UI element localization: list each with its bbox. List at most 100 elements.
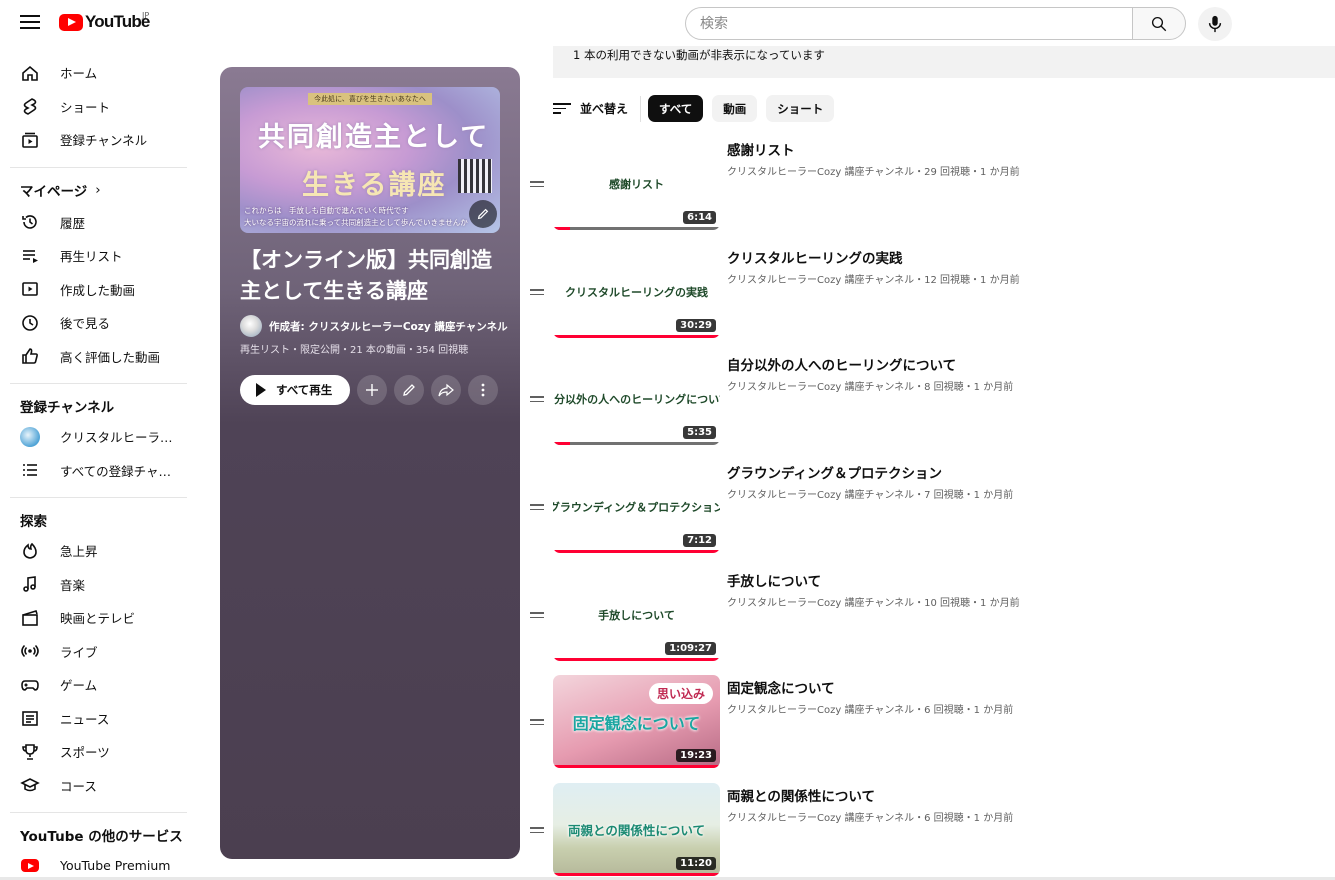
thumb-title-line1: 共同創造主として bbox=[258, 122, 490, 153]
video-thumbnail[interactable]: 自分以外の人へのヒーリングについて5:35 bbox=[553, 352, 720, 445]
thumb-title-line2: 生きる講座 bbox=[302, 170, 447, 201]
filter-chip[interactable]: すべて bbox=[648, 95, 704, 122]
video-thumbnail[interactable]: 思い込み 固定観念について 19:23 bbox=[553, 675, 720, 768]
sidebar-item-trending[interactable]: 急上昇 bbox=[0, 534, 200, 568]
video-thumbnail[interactable]: 両親との関係性について 11:20 bbox=[553, 783, 720, 876]
video-title[interactable]: 両親との関係性について bbox=[727, 785, 875, 805]
liked-icon bbox=[20, 346, 40, 366]
drag-handle-icon[interactable] bbox=[530, 612, 544, 620]
edit-thumbnail-button[interactable] bbox=[469, 200, 497, 228]
sidebar-item-news[interactable]: ニュース bbox=[0, 702, 200, 736]
video-thumbnail[interactable]: 感謝リスト 6:14 bbox=[553, 137, 720, 230]
play-all-button[interactable]: すべて再生 bbox=[240, 375, 351, 405]
duration-badge: 11:20 bbox=[676, 857, 716, 870]
sidebar-item-label: 履歴 bbox=[60, 215, 86, 231]
playlist-video-row[interactable]: 思い込み 固定観念について 19:23 固定観念について クリスタルヒーラーCozy 講… bbox=[528, 675, 1318, 772]
sidebar-item-list[interactable]: すべての登録チャ… bbox=[0, 454, 200, 488]
home-icon bbox=[20, 63, 40, 83]
more-actions-button[interactable] bbox=[468, 375, 499, 405]
voice-search-button[interactable] bbox=[1198, 7, 1232, 41]
playlist-thumbnail[interactable]: 今此処に、喜びを生きたいあなたへ 共同創造主として 生きる講座 これからは 手放… bbox=[240, 87, 500, 233]
drag-handle-icon[interactable] bbox=[530, 504, 544, 512]
play-icon bbox=[256, 383, 266, 397]
sidebar-item-courses[interactable]: コース bbox=[0, 769, 200, 803]
pencil-icon bbox=[477, 208, 489, 220]
search-input[interactable] bbox=[685, 7, 1132, 40]
region-label: JP bbox=[142, 11, 150, 20]
playlist-video-row[interactable]: 感謝リスト 6:14 感謝リスト クリスタルヒーラーCozy 講座チャンネル・29 回… bbox=[528, 137, 1318, 234]
sidebar-item-your-videos[interactable]: 作成した動画 bbox=[0, 273, 200, 307]
drag-handle-icon[interactable] bbox=[530, 396, 544, 404]
sidebar-divider bbox=[10, 383, 187, 384]
sidebar-item-live[interactable]: ライブ bbox=[0, 635, 200, 669]
sidebar-item-watch-later[interactable]: 後で見る bbox=[0, 306, 200, 340]
drag-handle-icon[interactable] bbox=[530, 719, 544, 727]
filter-chip[interactable]: 動画 bbox=[712, 95, 758, 122]
hidden-videos-notice: 1 本の利用できない動画が非表示になっています bbox=[553, 42, 1335, 78]
drag-handle-icon[interactable] bbox=[530, 827, 544, 835]
video-thumbnail[interactable]: グラウンディング＆プロテクション 7:12 bbox=[553, 460, 720, 553]
video-title[interactable]: 感謝リスト bbox=[727, 139, 795, 159]
video-title[interactable]: 手放しについて bbox=[727, 570, 821, 590]
youtube-logo[interactable]: YouTube bbox=[59, 12, 150, 32]
video-thumbnail[interactable]: 手放しについて 1:09:27 bbox=[553, 568, 720, 661]
history-icon bbox=[20, 212, 40, 232]
sidebar-item-gaming[interactable]: ゲーム bbox=[0, 668, 200, 702]
sidebar-item-playlist[interactable]: 再生リスト bbox=[0, 239, 200, 273]
video-title[interactable]: 自分以外の人へのヒーリングについて bbox=[727, 354, 956, 374]
sidebar-item-youtube-premium[interactable]: YouTube Premium bbox=[0, 849, 200, 880]
sidebar-item-music[interactable]: 音楽 bbox=[0, 568, 200, 602]
sidebar-item-history[interactable]: 履歴 bbox=[0, 206, 200, 240]
subscriptions-icon bbox=[20, 130, 40, 150]
video-title[interactable]: 固定観念について bbox=[727, 677, 835, 697]
video-title[interactable]: クリスタルヒーリングの実践 bbox=[727, 247, 903, 267]
drag-handle-icon[interactable] bbox=[530, 289, 544, 297]
sort-button[interactable]: 並べ替え bbox=[553, 100, 628, 117]
playlist-header-panel: 今此処に、喜びを生きたいあなたへ 共同創造主として 生きる講座 これからは 手放… bbox=[220, 67, 520, 859]
sidebar-item-shorts[interactable]: ショート bbox=[0, 90, 200, 124]
sidebar-item-label: ライブ bbox=[60, 644, 98, 660]
edit-button[interactable] bbox=[394, 375, 425, 405]
music-icon bbox=[20, 574, 40, 594]
add-button[interactable] bbox=[357, 375, 388, 405]
menu-icon[interactable] bbox=[19, 12, 41, 34]
duration-badge: 19:23 bbox=[676, 749, 716, 762]
sidebar-item-sports[interactable]: スポーツ bbox=[0, 735, 200, 769]
trending-icon bbox=[20, 541, 40, 561]
search-bar bbox=[685, 7, 1186, 40]
video-thumbnail[interactable]: クリスタルヒーリングの実践 30:29 bbox=[553, 245, 720, 338]
sidebar-divider bbox=[10, 812, 187, 813]
sidebar-divider bbox=[10, 497, 187, 498]
sidebar-item-label: 音楽 bbox=[60, 577, 86, 593]
sidebar-item-subscriptions[interactable]: 登録チャンネル bbox=[0, 123, 200, 157]
watch-later-icon bbox=[20, 313, 40, 333]
sidebar-item-home[interactable]: ホーム bbox=[0, 56, 200, 90]
watch-progress-bar bbox=[553, 550, 720, 553]
duration-badge: 1:09:27 bbox=[665, 642, 716, 655]
video-title[interactable]: グラウンディング＆プロテクション bbox=[727, 462, 942, 482]
share-button[interactable] bbox=[431, 375, 462, 405]
playlist-video-row[interactable]: グラウンディング＆プロテクション 7:12 グラウンディング＆プロテクション クリスタ… bbox=[528, 460, 1318, 557]
sidebar-item-liked[interactable]: 高く評価した動画 bbox=[0, 340, 200, 374]
drag-handle-icon[interactable] bbox=[530, 181, 544, 189]
filter-divider bbox=[640, 95, 642, 122]
plus-icon bbox=[366, 384, 379, 396]
playlist-video-row[interactable]: 両親との関係性について 11:20 両親との関係性について クリスタルヒーラーCozy… bbox=[528, 783, 1318, 880]
watch-progress-bar bbox=[553, 227, 720, 230]
search-icon bbox=[1151, 16, 1167, 31]
your-videos-icon bbox=[20, 279, 40, 299]
playlist-video-row[interactable]: クリスタルヒーリングの実践 30:29 クリスタルヒーリングの実践 クリスタルヒーラー… bbox=[528, 245, 1318, 342]
courses-icon bbox=[20, 775, 40, 795]
sidebar-item-channel-avatar[interactable]: クリスタルヒーラ… bbox=[0, 420, 200, 454]
subscriptions-heading: 登録チャンネル bbox=[20, 400, 115, 416]
filter-chip[interactable]: ショート bbox=[766, 95, 835, 122]
playlist-video-row[interactable]: 手放しについて 1:09:27 手放しについて クリスタルヒーラーCozy 講座チャン… bbox=[528, 568, 1318, 665]
sidebar-item-movies[interactable]: 映画とテレビ bbox=[0, 601, 200, 635]
playlist-video-row[interactable]: 自分以外の人へのヒーリングについて5:35 自分以外の人へのヒーリングについてクリ… bbox=[528, 352, 1318, 449]
search-button[interactable] bbox=[1132, 7, 1186, 40]
watch-progress-bar bbox=[553, 765, 720, 768]
live-icon bbox=[20, 641, 40, 661]
sidebar-divider bbox=[10, 166, 187, 168]
mypage-heading[interactable]: マイページ › bbox=[0, 178, 200, 202]
playlist-owner[interactable]: 作成者: クリスタルヒーラーCozy 講座チャンネル bbox=[240, 315, 508, 337]
